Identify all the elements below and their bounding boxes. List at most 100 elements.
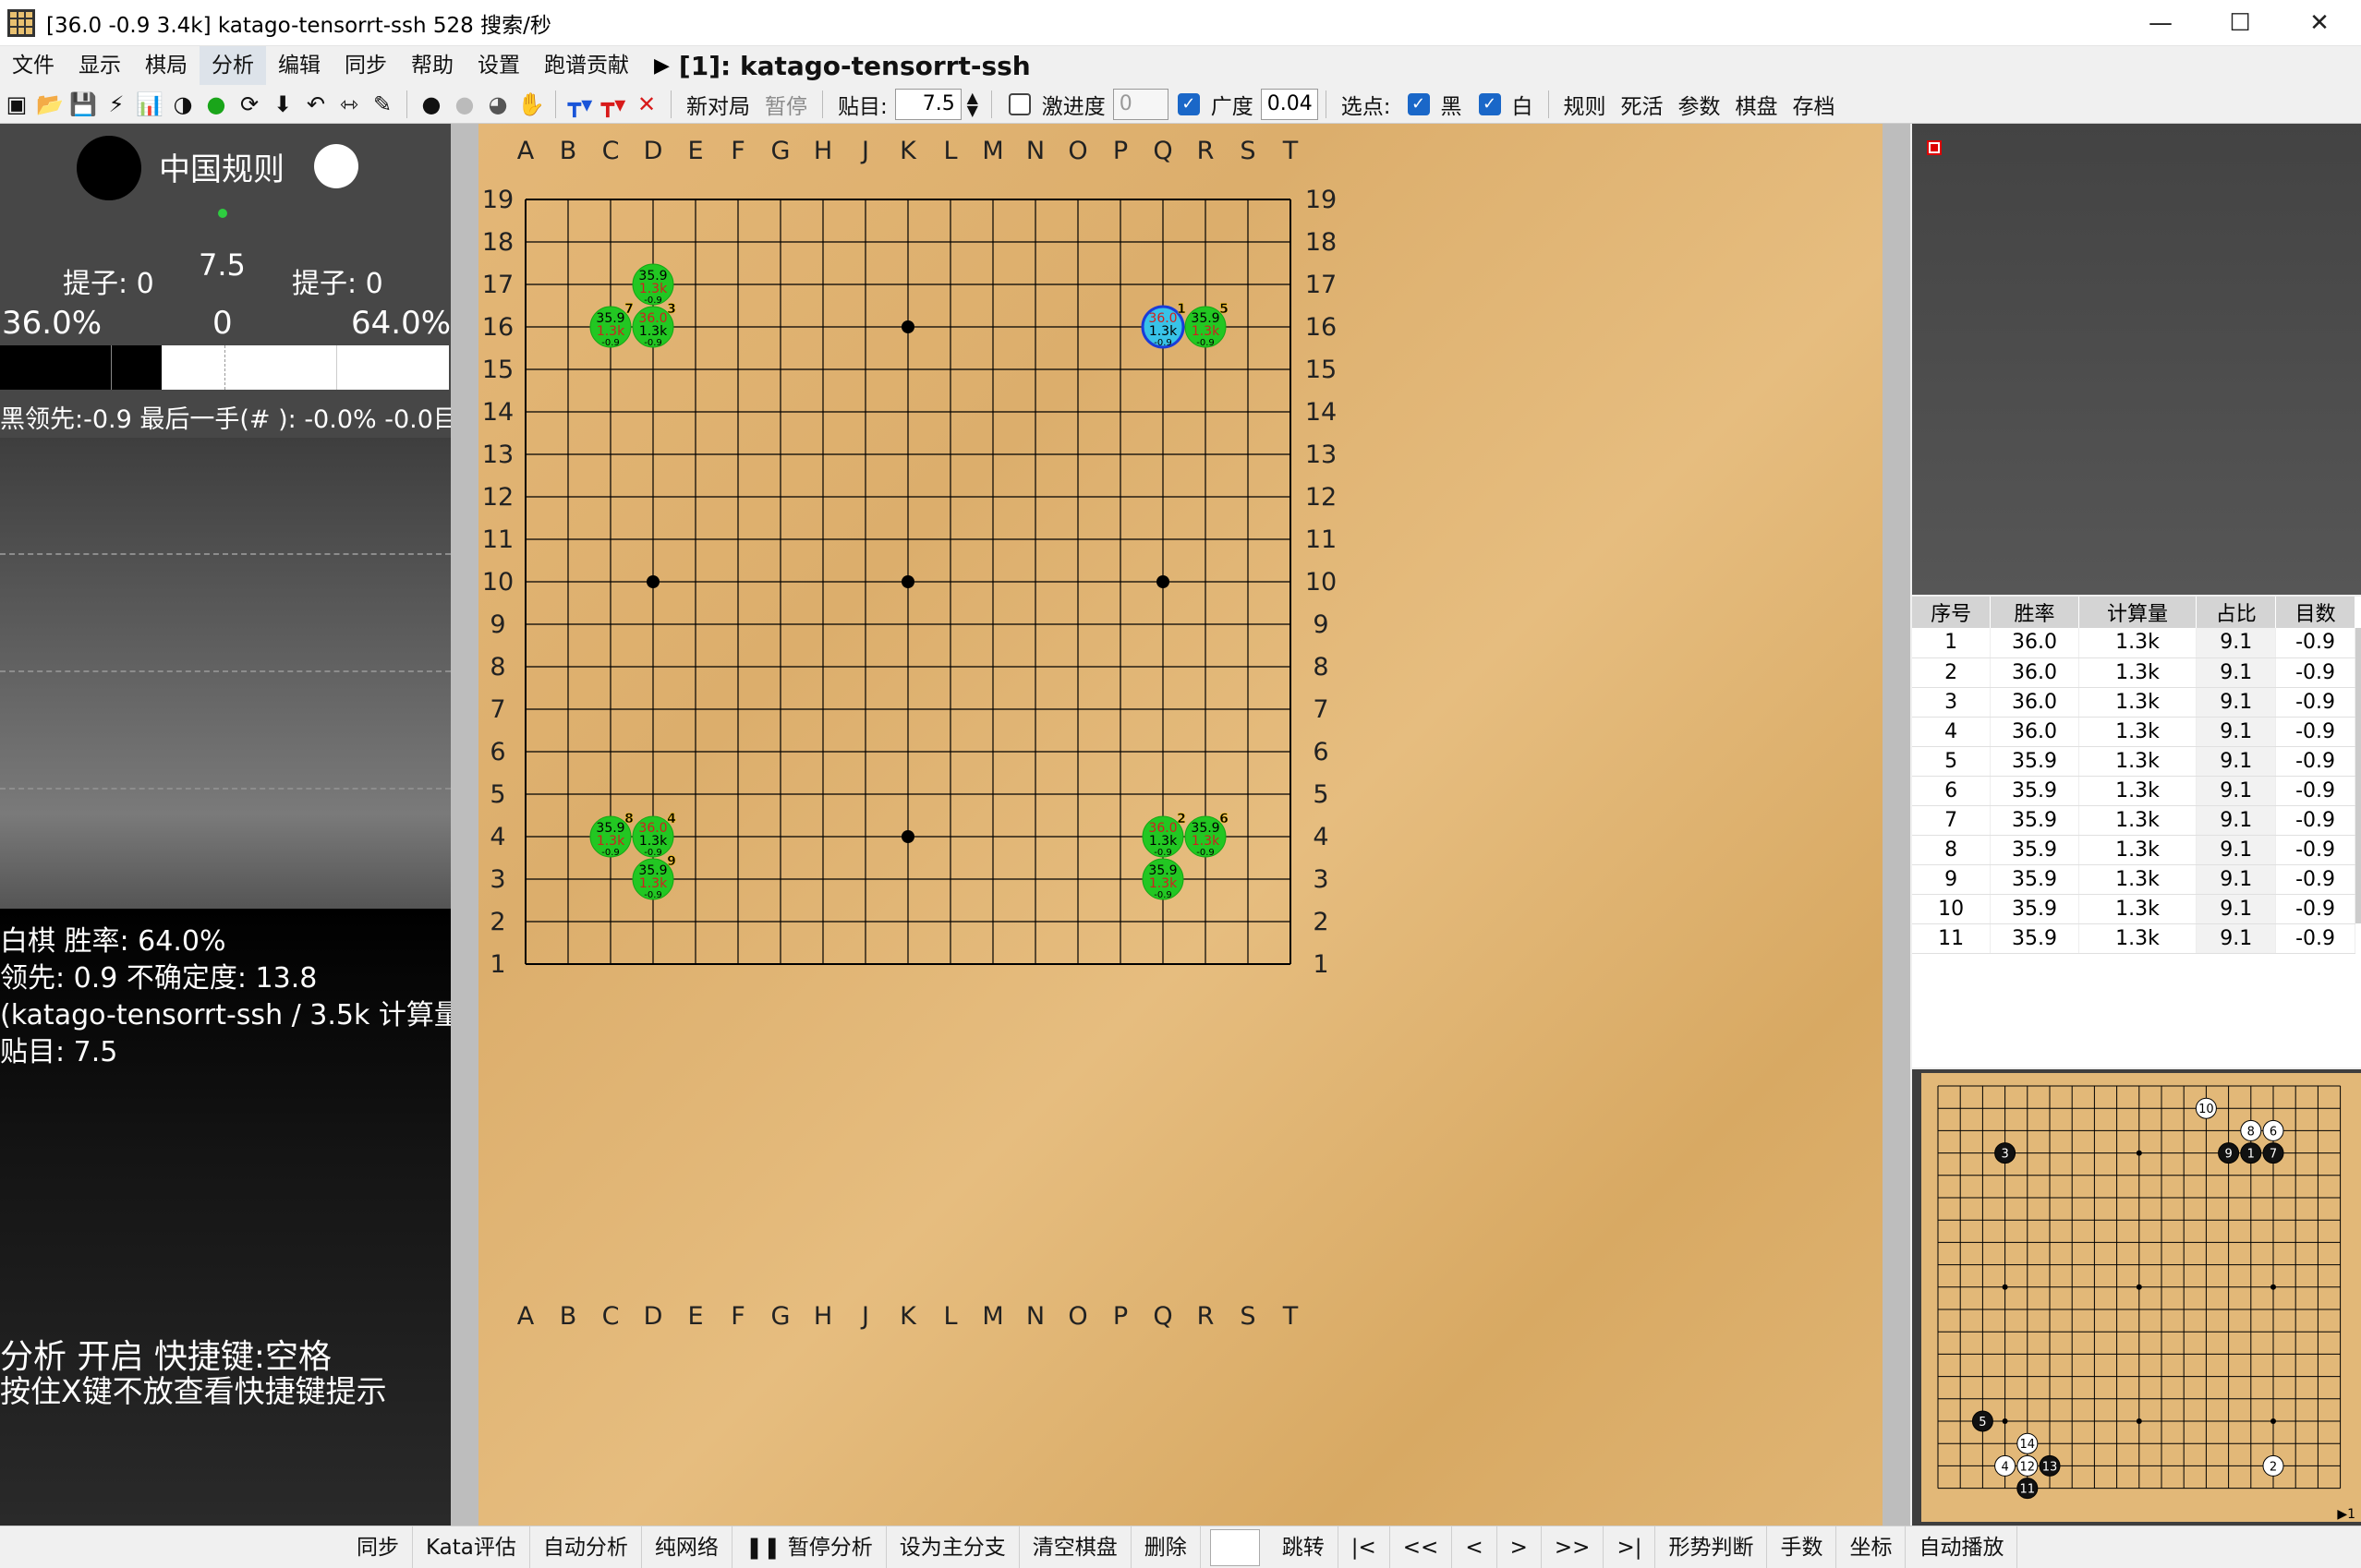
column-header-share[interactable]: 占比 bbox=[2196, 597, 2277, 628]
table-row[interactable]: 1 36.0 1.3k 9.1 -0.9 bbox=[1912, 628, 2355, 658]
aggressive-checkbox[interactable] bbox=[1008, 92, 1031, 115]
black-checkbox[interactable]: ✓ bbox=[1407, 92, 1430, 115]
table-row[interactable]: 9 35.9 1.3k 9.1 -0.9 bbox=[1912, 864, 2355, 895]
menu-view[interactable]: 显示 bbox=[67, 46, 133, 85]
winrate-graph[interactable] bbox=[0, 438, 451, 909]
clear-marker-icon[interactable]: ✕ bbox=[630, 88, 663, 121]
first-move-button[interactable]: |< bbox=[1338, 1526, 1390, 1568]
table-row[interactable]: 3 36.0 1.3k 9.1 -0.9 bbox=[1912, 687, 2355, 718]
aggressive-input[interactable]: 0 bbox=[1112, 88, 1168, 120]
rules-button[interactable]: 规则 bbox=[1556, 89, 1614, 120]
board-canvas[interactable]: AABBCCDDEEFFGGHHJJKKLLMMNNOOPPQQRRSSTT19… bbox=[478, 124, 1883, 1526]
table-row[interactable]: 6 35.9 1.3k 9.1 -0.9 bbox=[1912, 776, 2355, 806]
table-row[interactable]: 10 35.9 1.3k 9.1 -0.9 bbox=[1912, 894, 2355, 924]
red-square-icon[interactable] bbox=[1927, 140, 1942, 155]
candidate-move-Q4[interactable]: 36.01.3k-0.92 bbox=[1142, 812, 1186, 858]
back-10-button[interactable]: << bbox=[1390, 1526, 1453, 1568]
chart-icon[interactable]: 📊 bbox=[133, 88, 166, 121]
table-row[interactable]: 7 35.9 1.3k 9.1 -0.9 bbox=[1912, 805, 2355, 836]
candidate-move-C16[interactable]: 35.91.3k-0.97 bbox=[589, 302, 634, 348]
column-header-winrate[interactable]: 胜率 bbox=[1990, 597, 2079, 628]
table-row[interactable]: 4 36.0 1.3k 9.1 -0.9 bbox=[1912, 717, 2355, 747]
white-stone-icon[interactable]: ● bbox=[448, 88, 481, 121]
candidate-move-C4[interactable]: 35.91.3k-0.98 bbox=[589, 812, 634, 858]
column-header-index[interactable]: 序号 bbox=[1912, 597, 1992, 628]
last-move-button[interactable]: >| bbox=[1604, 1526, 1656, 1568]
pause-button[interactable]: 暂停 bbox=[757, 89, 815, 120]
move-numbers-button[interactable]: 手数 bbox=[1767, 1526, 1837, 1568]
auto-analysis-button[interactable]: 自动分析 bbox=[530, 1526, 642, 1568]
mini-board-canvas[interactable]: 10 8 6 9 1 7 3 5 14 4 12 13 11 2 ▶1 bbox=[1921, 1073, 2361, 1522]
kata-eval-button[interactable]: Kata评估 bbox=[413, 1526, 530, 1568]
column-header-visits[interactable]: 计算量 bbox=[2078, 597, 2198, 628]
minimize-button[interactable]: — bbox=[2121, 0, 2200, 46]
forward-10-button[interactable]: >> bbox=[1542, 1526, 1604, 1568]
table-row[interactable]: 2 36.0 1.3k 9.1 -0.9 bbox=[1912, 657, 2355, 688]
candidate-move-D4[interactable]: 36.01.3k-0.94 bbox=[632, 812, 676, 858]
back-arrow-icon[interactable]: ↶ bbox=[299, 88, 333, 121]
candidate-move-Q3[interactable]: 35.91.3k-0.9 bbox=[1142, 858, 1184, 900]
breadth-input[interactable]: 0.04 bbox=[1260, 88, 1318, 120]
jump-move-input[interactable] bbox=[1209, 1528, 1260, 1566]
pure-network-button[interactable]: 纯网络 bbox=[642, 1526, 733, 1568]
save-disk-icon[interactable]: 💾 bbox=[67, 88, 100, 121]
territory-icon[interactable]: ◑ bbox=[166, 88, 200, 121]
clear-board-button[interactable]: 清空棋盘 bbox=[1020, 1526, 1132, 1568]
candidate-move-D16[interactable]: 36.01.3k-0.93 bbox=[632, 302, 676, 348]
alternate-stone-icon[interactable]: ◕ bbox=[481, 88, 515, 121]
sync-button[interactable]: 同步 bbox=[344, 1526, 413, 1568]
board-button[interactable]: 棋盘 bbox=[1728, 89, 1786, 120]
params-button[interactable]: 参数 bbox=[1671, 89, 1728, 120]
menu-analysis[interactable]: 分析 bbox=[200, 46, 266, 85]
table-row[interactable]: 11 35.9 1.3k 9.1 -0.9 bbox=[1912, 923, 2355, 954]
menu-file[interactable]: 文件 bbox=[0, 46, 67, 85]
candidate-move-D17[interactable]: 35.91.3k-0.9 bbox=[632, 263, 674, 306]
coordinates-button[interactable]: 坐标 bbox=[1836, 1526, 1907, 1568]
green-circle-icon[interactable]: ● bbox=[200, 88, 233, 121]
delete-button[interactable]: 删除 bbox=[1132, 1526, 1201, 1568]
engine-play-icon[interactable]: ▶ bbox=[654, 54, 670, 78]
breadth-checkbox[interactable]: ✓ bbox=[1177, 92, 1200, 115]
position-judgment-button[interactable]: 形势判断 bbox=[1655, 1526, 1768, 1568]
close-button[interactable]: ✕ bbox=[2280, 0, 2359, 46]
white-checkbox[interactable]: ✓ bbox=[1478, 92, 1501, 115]
table-row[interactable]: 5 35.9 1.3k 9.1 -0.9 bbox=[1912, 746, 2355, 777]
new-window-icon[interactable]: ▣ bbox=[0, 88, 33, 121]
save-button[interactable]: 存档 bbox=[1786, 89, 1843, 120]
komi-spinner-icon[interactable]: ▲ ▼ bbox=[962, 88, 984, 121]
life-death-button[interactable]: 死活 bbox=[1614, 89, 1671, 120]
refresh-icon[interactable]: ⟳ bbox=[233, 88, 266, 121]
engine-title[interactable]: [1]: katago-tensorrt-ssh bbox=[679, 51, 1031, 81]
go-board[interactable]: A A B B C C D D E E F F G G H H J J K K L L M M N N O O P P Q Q R R S S T T 19… bbox=[478, 124, 1883, 1526]
open-folder-icon[interactable]: 📂 bbox=[33, 88, 67, 121]
back-1-button[interactable]: < bbox=[1452, 1526, 1497, 1568]
resize-icon[interactable]: ⇿ bbox=[333, 88, 366, 121]
menu-settings[interactable]: 设置 bbox=[466, 46, 532, 85]
jump-button[interactable]: 跳转 bbox=[1269, 1526, 1338, 1568]
hand-icon[interactable]: ✋ bbox=[515, 88, 548, 121]
candidate-move-D3[interactable]: 35.91.3k-0.99 bbox=[632, 854, 676, 900]
menu-edit[interactable]: 编辑 bbox=[266, 46, 333, 85]
menu-help[interactable]: 帮助 bbox=[399, 46, 466, 85]
blue-marker-icon[interactable]: ┳▾ bbox=[563, 88, 597, 121]
menu-sync[interactable]: 同步 bbox=[333, 46, 399, 85]
red-marker-icon[interactable]: ┳▾ bbox=[597, 88, 630, 121]
black-stone-icon[interactable]: ● bbox=[415, 88, 448, 121]
candidate-move-R4[interactable]: 35.91.3k-0.96 bbox=[1184, 812, 1229, 858]
table-row[interactable]: 8 35.9 1.3k 9.1 -0.9 bbox=[1912, 835, 2355, 865]
set-main-branch-button[interactable]: 设为主分支 bbox=[887, 1526, 1020, 1568]
new-game-button[interactable]: 新对局 bbox=[679, 89, 757, 120]
autoplay-button[interactable]: 自动播放 bbox=[1906, 1526, 2018, 1568]
pen-icon[interactable]: ✎ bbox=[366, 88, 399, 121]
lightning-icon[interactable]: ⚡ bbox=[100, 88, 133, 121]
table-scrollbar[interactable] bbox=[2355, 628, 2361, 923]
candidate-move-R16[interactable]: 35.91.3k-0.95 bbox=[1184, 302, 1229, 348]
pause-analysis-button[interactable]: ❚❚ 暂停分析 bbox=[733, 1526, 887, 1568]
komi-input[interactable]: 7.5 bbox=[894, 88, 962, 120]
column-header-score[interactable]: 目数 bbox=[2275, 597, 2355, 628]
down-arrow-icon[interactable]: ⬇ bbox=[266, 88, 299, 121]
maximize-button[interactable]: ☐ bbox=[2200, 0, 2280, 46]
forward-1-button[interactable]: > bbox=[1497, 1526, 1542, 1568]
menu-contribute[interactable]: 跑谱贡献 bbox=[532, 46, 641, 85]
candidate-move-Q16[interactable]: 36.01.3k-0.91 bbox=[1141, 302, 1186, 349]
